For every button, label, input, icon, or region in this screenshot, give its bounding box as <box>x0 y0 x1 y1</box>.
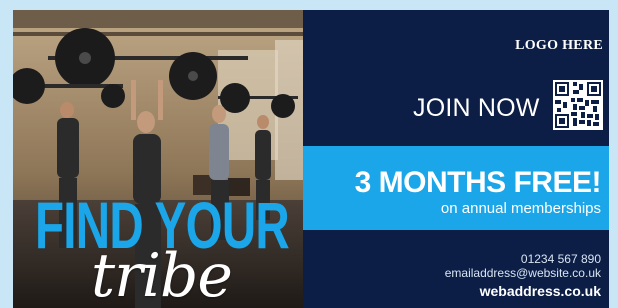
logo-placeholder: LOGO HERE <box>515 38 603 53</box>
offer-title: 3 MONTHS FREE! <box>354 166 602 199</box>
offer-banner: 3 MONTHS FREE! on annual memberships <box>303 146 609 230</box>
email-address: emailaddress@website.co.uk <box>444 266 601 280</box>
website-address: webaddress.co.uk <box>479 283 601 299</box>
qr-code-icon <box>553 80 603 130</box>
offer-subtitle: on annual memberships <box>440 200 601 217</box>
gym-photo: FIND YOUR tribe <box>13 10 303 308</box>
headline-tribe: tribe <box>91 241 233 308</box>
contact-details: 01234 567 890 emailaddress@website.co.uk… <box>445 252 601 301</box>
advert-card: FIND YOUR tribe LOGO HERE JOIN NOW 3 MON… <box>13 10 609 308</box>
phone-number: 01234 567 890 <box>520 252 601 266</box>
join-now-label: JOIN NOW <box>413 94 540 122</box>
